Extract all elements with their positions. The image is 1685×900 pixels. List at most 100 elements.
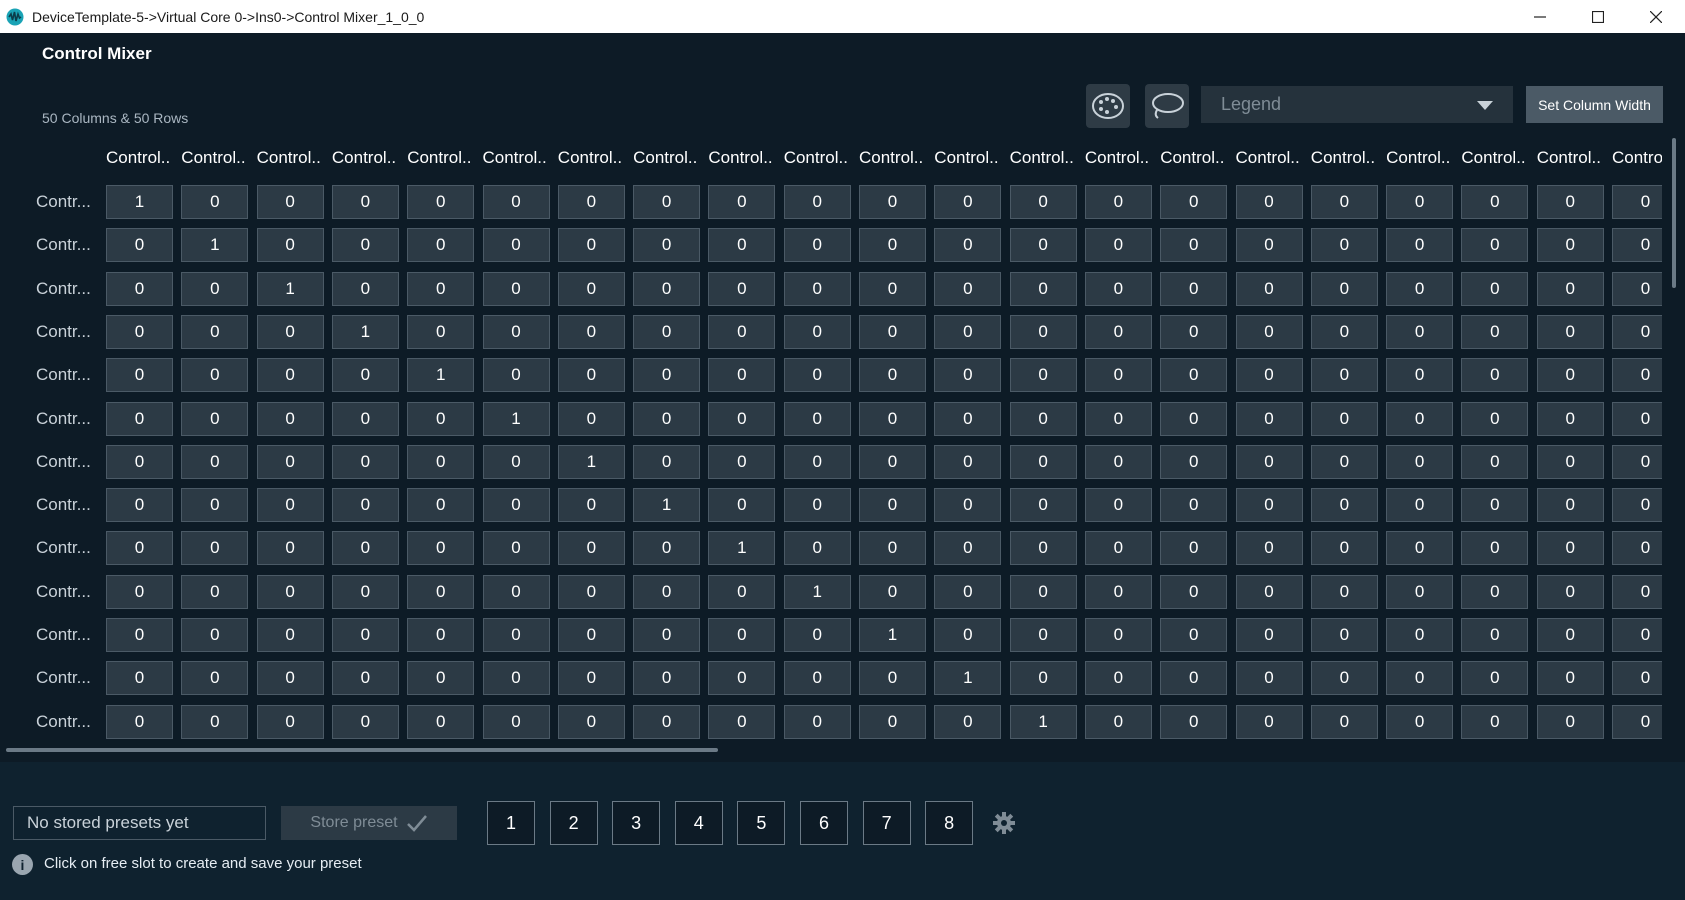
mixer-cell[interactable]: 0 bbox=[1386, 401, 1454, 436]
preset-slot-7[interactable]: 7 bbox=[862, 801, 911, 845]
maximize-button[interactable] bbox=[1569, 0, 1627, 33]
mixer-cell[interactable]: 0 bbox=[1386, 271, 1454, 306]
mixer-cell[interactable]: 0 bbox=[1310, 444, 1378, 479]
row-header[interactable]: Contr... bbox=[36, 365, 96, 385]
mixer-cell[interactable]: 0 bbox=[708, 574, 776, 609]
mixer-cell[interactable]: 0 bbox=[256, 704, 324, 739]
mixer-cell[interactable]: 0 bbox=[482, 314, 550, 349]
mixer-cell[interactable]: 0 bbox=[1461, 574, 1529, 609]
mixer-cell[interactable]: 0 bbox=[557, 314, 625, 349]
mixer-cell[interactable]: 1 bbox=[934, 661, 1002, 696]
mixer-cell[interactable]: 0 bbox=[407, 185, 475, 219]
row-header[interactable]: Contr... bbox=[36, 235, 96, 255]
mixer-cell[interactable]: 0 bbox=[934, 704, 1002, 739]
legend-dropdown[interactable]: Legend bbox=[1201, 86, 1513, 123]
mixer-cell[interactable]: 0 bbox=[859, 704, 926, 739]
mixer-cell[interactable]: 0 bbox=[1461, 358, 1529, 393]
mixer-cell[interactable]: 0 bbox=[633, 228, 701, 263]
mixer-cell[interactable]: 0 bbox=[1536, 618, 1604, 652]
mixer-cell[interactable]: 0 bbox=[1009, 401, 1077, 436]
preset-slot-8[interactable]: 8 bbox=[925, 801, 974, 845]
mixer-cell[interactable]: 0 bbox=[331, 488, 399, 523]
mixer-cell[interactable]: 0 bbox=[708, 314, 776, 349]
mixer-cell[interactable]: 0 bbox=[1009, 618, 1077, 652]
mixer-cell[interactable]: 0 bbox=[1310, 574, 1378, 609]
column-header[interactable]: Control.. bbox=[859, 148, 929, 168]
mixer-cell[interactable]: 0 bbox=[1386, 185, 1454, 219]
mixer-cell[interactable]: 0 bbox=[1009, 531, 1077, 566]
mixer-cell[interactable]: 0 bbox=[1084, 704, 1152, 739]
mixer-cell[interactable]: 0 bbox=[557, 618, 625, 652]
mixer-cell[interactable]: 0 bbox=[1009, 314, 1077, 349]
mixer-cell[interactable]: 0 bbox=[783, 618, 851, 652]
mixer-cell[interactable]: 0 bbox=[1386, 704, 1454, 739]
mixer-cell[interactable]: 0 bbox=[783, 358, 851, 393]
mixer-cell[interactable]: 0 bbox=[934, 228, 1002, 263]
row-header[interactable]: Contr... bbox=[36, 625, 96, 645]
mixer-cell[interactable]: 0 bbox=[1612, 618, 1662, 652]
mixer-cell[interactable]: 0 bbox=[1461, 401, 1529, 436]
row-header[interactable]: Contr... bbox=[36, 668, 96, 688]
mixer-cell[interactable]: 0 bbox=[1461, 618, 1529, 652]
mixer-cell[interactable]: 0 bbox=[1235, 358, 1303, 393]
column-header[interactable]: Control.. bbox=[1386, 148, 1456, 168]
mixer-cell[interactable]: 0 bbox=[633, 531, 701, 566]
mixer-cell[interactable]: 0 bbox=[859, 185, 926, 219]
mixer-cell[interactable]: 0 bbox=[181, 618, 249, 652]
mixer-cell[interactable]: 0 bbox=[1084, 401, 1152, 436]
column-header[interactable]: Control.. bbox=[708, 148, 778, 168]
mixer-cell[interactable]: 0 bbox=[482, 271, 550, 306]
mixer-cell[interactable]: 0 bbox=[482, 531, 550, 566]
mixer-cell[interactable]: 0 bbox=[256, 618, 324, 652]
mixer-cell[interactable]: 0 bbox=[1084, 661, 1152, 696]
mixer-cell[interactable]: 0 bbox=[633, 271, 701, 306]
mixer-cell[interactable]: 0 bbox=[106, 618, 173, 652]
mixer-cell[interactable]: 0 bbox=[708, 271, 776, 306]
mixer-cell[interactable]: 0 bbox=[1461, 704, 1529, 739]
mixer-cell[interactable]: 0 bbox=[407, 444, 475, 479]
mixer-cell[interactable]: 0 bbox=[934, 531, 1002, 566]
mixer-cell[interactable]: 0 bbox=[181, 574, 249, 609]
preset-slot-3[interactable]: 3 bbox=[612, 801, 661, 845]
mixer-cell[interactable]: 1 bbox=[181, 228, 249, 263]
mixer-cell[interactable]: 0 bbox=[1084, 618, 1152, 652]
mixer-cell[interactable]: 1 bbox=[633, 488, 701, 523]
mixer-cell[interactable]: 0 bbox=[331, 185, 399, 219]
mixer-cell[interactable]: 0 bbox=[256, 401, 324, 436]
mixer-cell[interactable]: 0 bbox=[1160, 618, 1228, 652]
mixer-cell[interactable]: 0 bbox=[181, 661, 249, 696]
mixer-cell[interactable]: 0 bbox=[331, 401, 399, 436]
mixer-cell[interactable]: 0 bbox=[1009, 574, 1077, 609]
mixer-cell[interactable]: 0 bbox=[1461, 271, 1529, 306]
mixer-cell[interactable]: 0 bbox=[633, 661, 701, 696]
mixer-cell[interactable]: 0 bbox=[557, 228, 625, 263]
mixer-cell[interactable]: 0 bbox=[1084, 358, 1152, 393]
preset-slot-1[interactable]: 1 bbox=[487, 801, 535, 845]
mixer-cell[interactable]: 0 bbox=[1160, 401, 1228, 436]
gear-icon[interactable] bbox=[993, 812, 1015, 834]
mixer-cell[interactable]: 0 bbox=[1536, 271, 1604, 306]
mixer-cell[interactable]: 0 bbox=[331, 358, 399, 393]
mixer-cell[interactable]: 0 bbox=[407, 228, 475, 263]
mixer-cell[interactable]: 0 bbox=[783, 314, 851, 349]
mixer-cell[interactable]: 0 bbox=[859, 228, 926, 263]
mixer-cell[interactable]: 0 bbox=[1235, 618, 1303, 652]
mixer-cell[interactable]: 0 bbox=[859, 444, 926, 479]
column-header[interactable]: Control.. bbox=[1537, 148, 1607, 168]
mixer-cell[interactable]: 0 bbox=[1310, 704, 1378, 739]
mixer-cell[interactable]: 0 bbox=[331, 531, 399, 566]
mixer-cell[interactable]: 0 bbox=[1386, 618, 1454, 652]
row-header[interactable]: Contr... bbox=[36, 409, 96, 429]
mixer-cell[interactable]: 0 bbox=[1235, 185, 1303, 219]
mixer-cell[interactable]: 0 bbox=[1536, 661, 1604, 696]
horizontal-scrollbar[interactable] bbox=[6, 748, 718, 752]
color-palette-button[interactable] bbox=[1086, 84, 1130, 128]
mixer-cell[interactable]: 0 bbox=[1612, 444, 1662, 479]
mixer-cell[interactable]: 0 bbox=[633, 618, 701, 652]
mixer-cell[interactable]: 0 bbox=[407, 401, 475, 436]
mixer-cell[interactable]: 0 bbox=[783, 488, 851, 523]
mixer-cell[interactable]: 0 bbox=[708, 661, 776, 696]
mixer-cell[interactable]: 0 bbox=[708, 488, 776, 523]
mixer-cell[interactable]: 0 bbox=[181, 401, 249, 436]
mixer-cell[interactable]: 0 bbox=[934, 358, 1002, 393]
